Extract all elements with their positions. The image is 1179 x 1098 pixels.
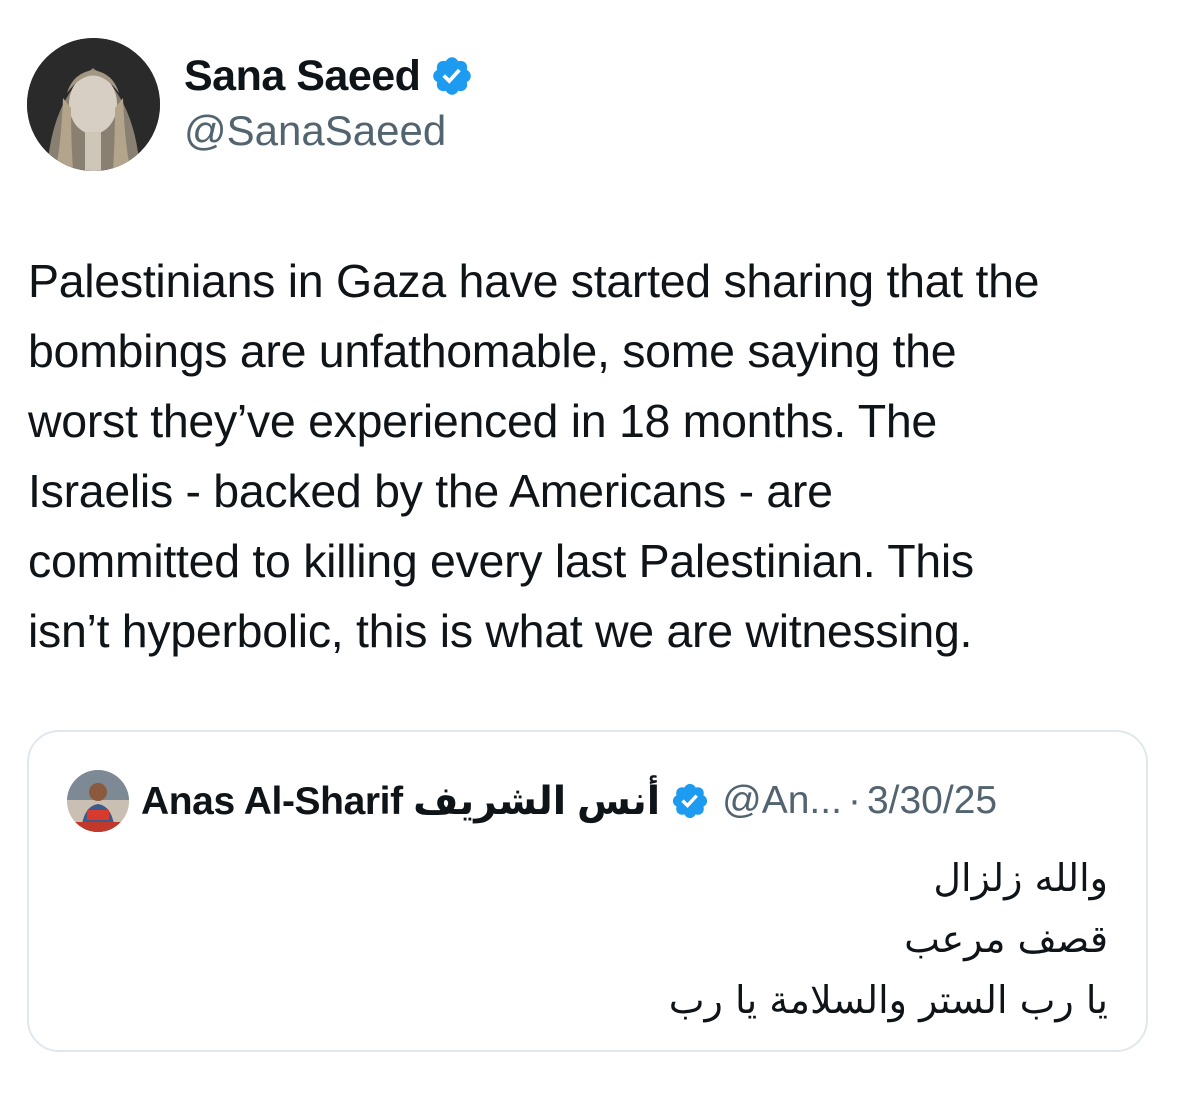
tweet-text-line: Palestinians in Gaza have started sharin…	[28, 255, 1040, 307]
author-handle[interactable]: @SanaSaeed	[184, 106, 446, 156]
tweet-text-line: Israelis - backed by the Americans - are	[28, 465, 833, 517]
quoted-author-handle[interactable]: @An...	[722, 779, 842, 823]
tweet-text-line: bombings are unfathomable, some saying t…	[28, 325, 957, 377]
verified-badge-icon	[430, 54, 474, 98]
quoted-tweet-text: والله زلزال قصف مرعب يا رب الستر والسلام…	[669, 848, 1108, 1031]
quoted-text-line: والله زلزال	[933, 856, 1108, 900]
tweet-text-line: isn’t hyperbolic, this is what we are wi…	[28, 605, 973, 657]
quoted-author-name[interactable]: Anas Al-Sharif أنس الشريف	[141, 779, 661, 824]
quoted-author-avatar[interactable]	[67, 770, 129, 832]
quoted-text-line: قصف مرعب	[904, 917, 1108, 961]
tweet-text: Palestinians in Gaza have started sharin…	[28, 246, 1158, 666]
quoted-separator: ·	[847, 779, 861, 822]
author-name-row: Sana Saeed	[184, 50, 474, 102]
author-avatar[interactable]	[27, 38, 160, 171]
quoted-tweet-card[interactable]: Anas Al-Sharif أنس الشريف @An... · 3/30/…	[27, 730, 1148, 1052]
quoted-profile-photo	[67, 770, 129, 832]
tweet-text-line: committed to killing every last Palestin…	[28, 535, 974, 587]
quoted-verified-badge-icon	[670, 781, 710, 821]
author-display-name[interactable]: Sana Saeed	[184, 50, 421, 102]
quoted-tweet-date[interactable]: 3/30/25	[867, 779, 997, 823]
quoted-tweet-header: Anas Al-Sharif أنس الشريف @An... · 3/30/…	[67, 770, 997, 832]
quoted-text-line: يا رب الستر والسلامة يا رب	[668, 978, 1108, 1022]
profile-photo	[27, 38, 160, 171]
tweet-text-line: worst they’ve experienced in 18 months. …	[28, 395, 937, 447]
